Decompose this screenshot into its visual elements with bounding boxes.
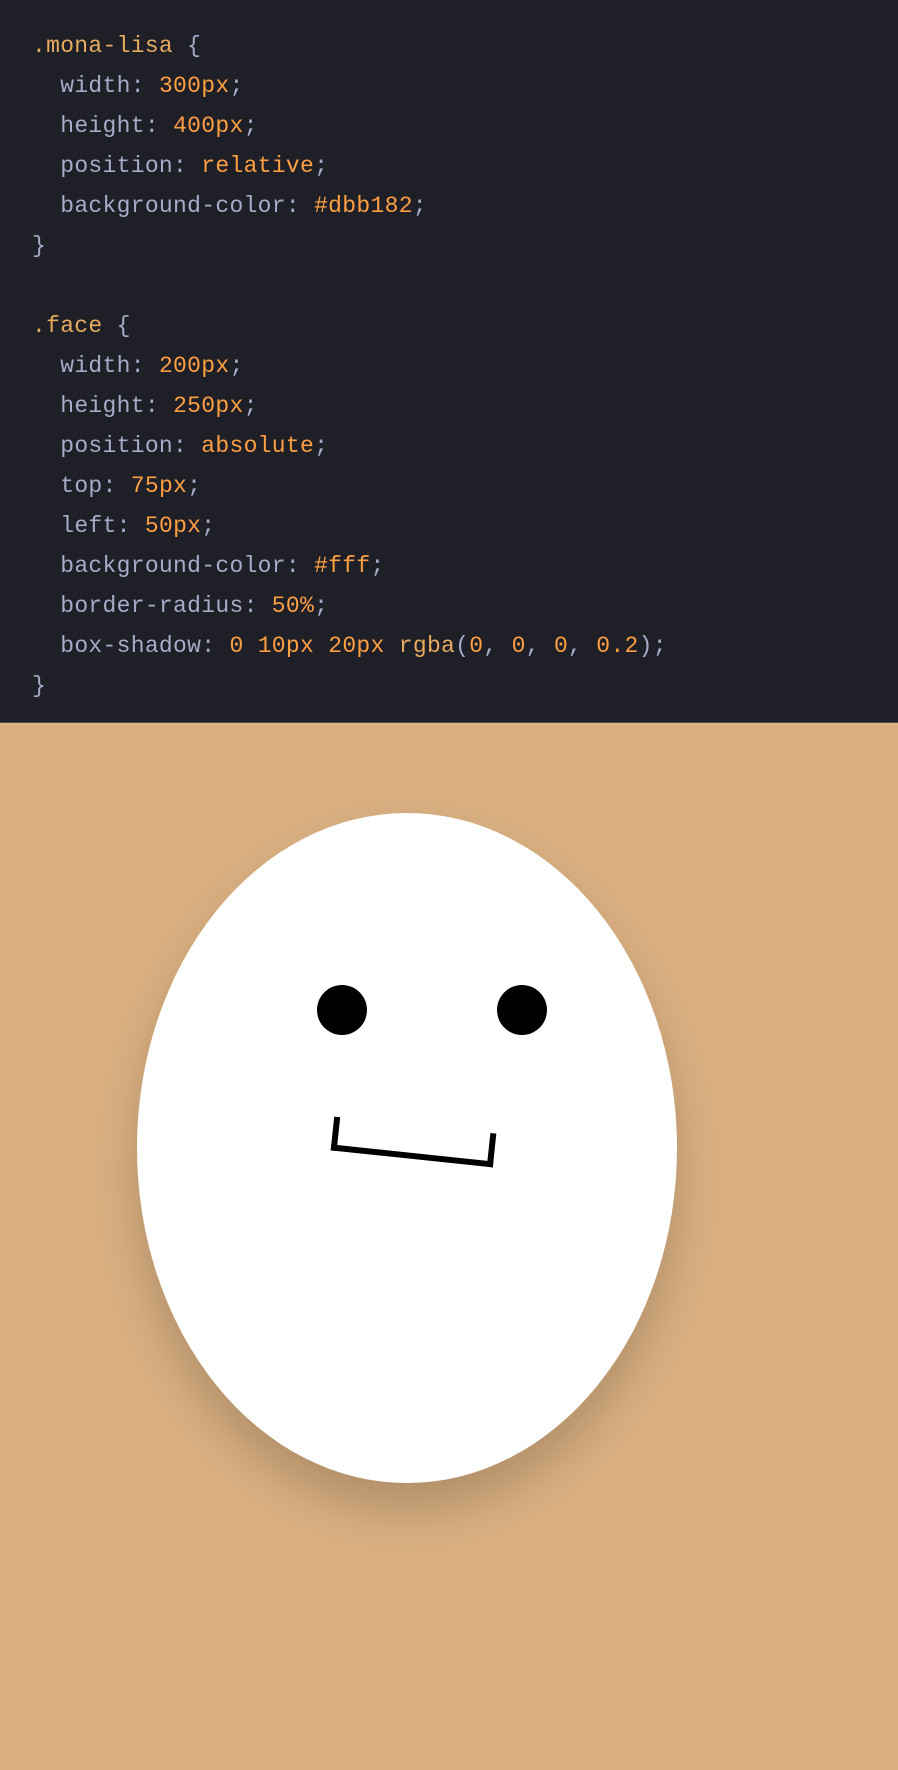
css-property: background-color	[60, 553, 286, 579]
code-line: background-color: #fff;	[32, 546, 866, 586]
css-property: box-shadow	[60, 633, 201, 659]
css-function: rgba	[399, 633, 455, 659]
close-brace: }	[32, 673, 46, 699]
css-value: relative	[201, 153, 314, 179]
css-property: height	[60, 113, 145, 139]
css-value: 250px	[173, 393, 244, 419]
css-property: position	[60, 153, 173, 179]
css-property: background-color	[60, 193, 286, 219]
code-line: }	[32, 666, 866, 706]
css-value: absolute	[201, 433, 314, 459]
code-line: .face {	[32, 306, 866, 346]
code-line: box-shadow: 0 10px 20px rgba(0, 0, 0, 0.…	[32, 626, 866, 666]
css-value: 20px	[328, 633, 384, 659]
css-value: 400px	[173, 113, 244, 139]
left-eye-icon	[317, 985, 367, 1035]
code-line: height: 250px;	[32, 386, 866, 426]
code-line: width: 200px;	[32, 346, 866, 386]
css-property: border-radius	[60, 593, 243, 619]
css-value: 0	[229, 633, 243, 659]
code-line: height: 400px;	[32, 106, 866, 146]
mouth-icon	[331, 1117, 497, 1168]
open-brace: {	[117, 313, 131, 339]
css-property: width	[60, 353, 131, 379]
code-line: top: 75px;	[32, 466, 866, 506]
open-brace: {	[187, 33, 201, 59]
code-line: position: absolute;	[32, 426, 866, 466]
css-property: height	[60, 393, 145, 419]
css-selector: .face	[32, 313, 103, 339]
code-line-blank	[32, 266, 866, 306]
css-value: 50%	[272, 593, 314, 619]
css-selector: .mona-lisa	[32, 33, 173, 59]
code-editor: .mona-lisa { width: 300px; height: 400px…	[0, 0, 898, 722]
right-eye-icon	[497, 985, 547, 1035]
code-line: border-radius: 50%;	[32, 586, 866, 626]
css-value: 10px	[258, 633, 314, 659]
css-property: left	[60, 513, 116, 539]
face-illustration	[137, 813, 677, 1483]
css-value: 50px	[145, 513, 201, 539]
preview-panel	[0, 722, 898, 1770]
css-value: 75px	[131, 473, 187, 499]
code-line: width: 300px;	[32, 66, 866, 106]
css-value: #dbb182	[314, 193, 413, 219]
code-line: position: relative;	[32, 146, 866, 186]
css-property: width	[60, 73, 131, 99]
code-line: }	[32, 226, 866, 266]
css-value: 200px	[159, 353, 230, 379]
css-property: position	[60, 433, 173, 459]
code-line: .mona-lisa {	[32, 26, 866, 66]
css-value: #fff	[314, 553, 370, 579]
code-line: background-color: #dbb182;	[32, 186, 866, 226]
css-property: top	[60, 473, 102, 499]
code-line: left: 50px;	[32, 506, 866, 546]
close-brace: }	[32, 233, 46, 259]
css-value: 300px	[159, 73, 230, 99]
